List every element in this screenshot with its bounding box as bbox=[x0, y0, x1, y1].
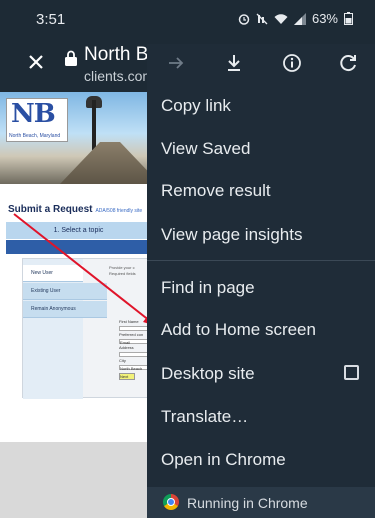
tab-url[interactable]: clients.com bbox=[84, 68, 154, 84]
user-type-anonymous[interactable]: Remain Anonymous bbox=[23, 301, 107, 318]
battery-icon bbox=[344, 12, 353, 25]
menu-item-desktop-site[interactable]: Desktop site bbox=[161, 364, 255, 384]
menu-item-view-saved[interactable]: View Saved bbox=[161, 139, 250, 159]
ada-link[interactable]: ADA/508 friendly site bbox=[95, 208, 142, 214]
forward-arrow-icon[interactable] bbox=[165, 52, 187, 74]
menu-item-copy-link[interactable]: Copy link bbox=[161, 96, 231, 116]
menu-item-find-in-page[interactable]: Find in page bbox=[161, 278, 255, 298]
question-strip bbox=[6, 240, 151, 254]
status-bar: 3:51 63% bbox=[0, 0, 375, 36]
form-intro: Provide your c Required fields bbox=[109, 265, 136, 276]
battery-percent: 63% bbox=[311, 11, 338, 26]
signal-icon bbox=[293, 12, 306, 25]
status-icons: 63% bbox=[238, 11, 353, 26]
chrome-icon bbox=[163, 494, 179, 510]
menu-item-add-to-home-screen[interactable]: Add to Home screen bbox=[161, 320, 316, 340]
mute-icon bbox=[256, 13, 268, 24]
alarm-icon bbox=[238, 13, 250, 25]
request-form: New User Existing User Remain Anonymous … bbox=[22, 258, 153, 399]
menu-item-remove-result[interactable]: Remove result bbox=[161, 181, 271, 201]
refresh-icon[interactable] bbox=[337, 52, 359, 74]
request-heading: Submit a Request ADA/508 friendly site bbox=[8, 204, 143, 215]
close-icon[interactable] bbox=[24, 50, 48, 74]
menu-toolbar bbox=[147, 44, 375, 82]
lock-icon bbox=[65, 50, 77, 66]
wifi-icon bbox=[274, 13, 288, 24]
user-type-existing[interactable]: Existing User bbox=[23, 283, 107, 300]
menu-item-open-in-chrome[interactable]: Open in Chrome bbox=[161, 450, 286, 470]
running-in-chrome-label: Running in Chrome bbox=[187, 495, 308, 511]
info-icon[interactable] bbox=[281, 52, 303, 74]
site-logo[interactable]: NB North Beach, Maryland bbox=[6, 98, 68, 142]
user-type-list: New User Existing User Remain Anonymous bbox=[23, 259, 107, 399]
menu-divider bbox=[147, 260, 375, 261]
next-button[interactable]: Next bbox=[119, 373, 135, 380]
status-time: 3:51 bbox=[36, 11, 66, 28]
step-tab[interactable]: 1. Select a topic bbox=[6, 222, 151, 239]
pier-image bbox=[60, 142, 160, 184]
download-icon[interactable] bbox=[223, 52, 245, 74]
menu-item-view-page-insights[interactable]: View page insights bbox=[161, 225, 302, 245]
menu-footer: Running in Chrome bbox=[147, 487, 375, 518]
user-type-new[interactable]: New User bbox=[23, 265, 83, 282]
overflow-menu: Copy link View Saved Remove result View … bbox=[147, 44, 375, 518]
menu-item-translate[interactable]: Translate… bbox=[161, 407, 248, 427]
desktop-site-checkbox[interactable] bbox=[344, 365, 359, 380]
